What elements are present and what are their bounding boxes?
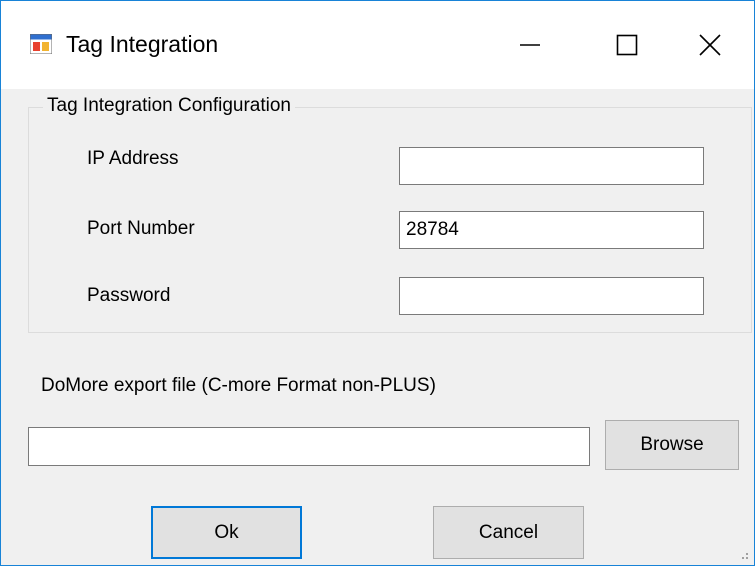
port-number-input[interactable]: [399, 211, 704, 249]
ip-address-input[interactable]: [399, 147, 704, 185]
title-bar[interactable]: Tag Integration: [1, 1, 754, 89]
close-button[interactable]: [668, 1, 752, 89]
maximize-button[interactable]: [585, 1, 669, 89]
maximize-icon: [616, 34, 638, 56]
config-group-legend: Tag Integration Configuration: [43, 93, 295, 119]
minimize-button[interactable]: [488, 1, 572, 89]
export-file-label: DoMore export file (C-more Format non-PL…: [41, 375, 436, 396]
minimize-icon: [520, 44, 540, 46]
browse-button[interactable]: Browse: [605, 420, 739, 470]
ok-button[interactable]: Ok: [151, 506, 302, 559]
resize-grip-icon[interactable]: [736, 547, 750, 561]
ip-address-label: IP Address: [87, 148, 179, 169]
password-label: Password: [87, 285, 171, 306]
form-window-icon: [30, 34, 52, 54]
export-file-input[interactable]: [28, 427, 590, 466]
close-icon: [699, 34, 721, 56]
password-input[interactable]: [399, 277, 704, 315]
window-title: Tag Integration: [66, 31, 219, 57]
cancel-button[interactable]: Cancel: [433, 506, 584, 559]
tag-integration-window: Tag Integration Tag Integration Configur…: [0, 0, 755, 566]
port-number-label: Port Number: [87, 218, 195, 239]
